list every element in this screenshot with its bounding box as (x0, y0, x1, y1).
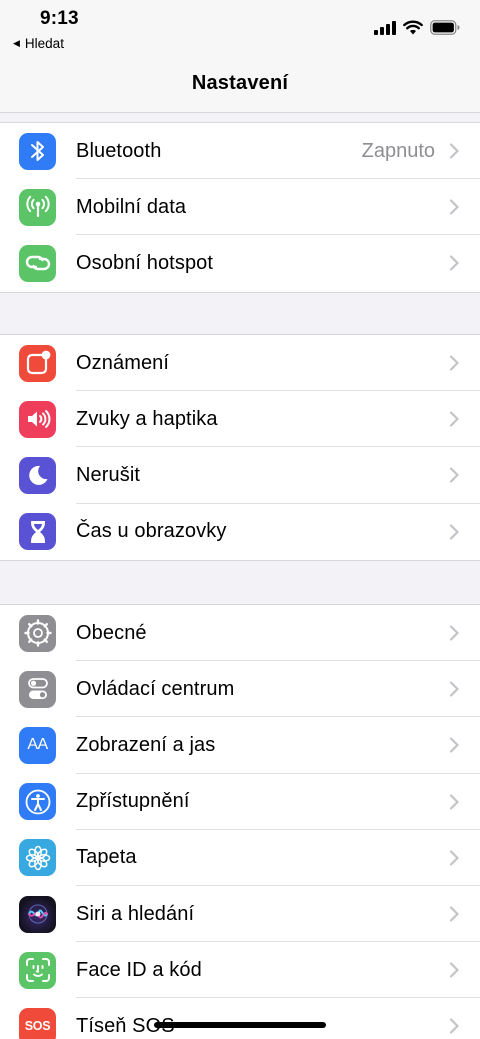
settings-row-control-center[interactable]: Ovládací centrum (0, 661, 480, 718)
chevron-right-icon (449, 467, 459, 484)
settings-row-notifications[interactable]: Oznámení (0, 335, 480, 392)
notification-icon (19, 344, 56, 382)
chevron-right-icon (449, 1018, 459, 1035)
page-title: Nastavení (191, 72, 289, 94)
settings-row-label: Čas u obrazovky (76, 520, 227, 543)
chevron-right-icon (449, 199, 459, 215)
flower-icon (19, 839, 56, 877)
accessibility-icon (19, 783, 56, 821)
settings-row-label: Face ID a kód (76, 958, 202, 981)
settings-row-sounds[interactable]: Zvuky a haptika (0, 391, 480, 448)
chevron-right-icon (449, 625, 459, 641)
settings-row-siri-search[interactable]: Siri a hledání (0, 886, 480, 943)
chevron-right-icon (449, 794, 459, 810)
settings-row-general[interactable]: Obecné (0, 605, 480, 662)
hourglass-icon (19, 513, 56, 551)
settings-row-label: Mobilní data (76, 195, 187, 218)
settings-row-display-brightness[interactable]: AA Zobrazení a jas (0, 717, 480, 774)
chevron-right-icon (449, 906, 459, 922)
face-id-icon (19, 951, 56, 989)
signal-icon (374, 20, 396, 35)
chevron-right-icon (449, 737, 459, 754)
chevron-right-icon (449, 143, 459, 159)
settings-section-general: Obecné Ovládací centrum AA Zobrazení a j… (0, 604, 480, 1039)
gear-icon (19, 614, 56, 652)
settings-row-screen-time[interactable]: Čas u obrazovky (0, 504, 480, 560)
settings-row-wallpaper[interactable]: Tapeta (0, 830, 480, 886)
settings-row-mobile-data[interactable]: Mobilní data (0, 179, 480, 236)
hotspot-link-icon (19, 244, 56, 282)
home-indicator[interactable] (154, 1022, 326, 1028)
back-arrow-icon: ◀ (13, 38, 20, 48)
chevron-right-icon (449, 681, 459, 697)
settings-row-accessibility[interactable]: Zpřístupnění (0, 774, 480, 830)
navigation-bar: Nastavení (0, 58, 480, 113)
antenna-icon (19, 188, 56, 226)
moon-icon (19, 456, 56, 494)
settings-row-label: Obecné (76, 621, 147, 644)
bluetooth-icon (19, 132, 56, 170)
chevron-right-icon (449, 255, 459, 272)
back-to-app-label: Hledat (24, 36, 64, 51)
settings-row-emergency-sos[interactable]: SOS Tíseň SOS (0, 998, 480, 1039)
settings-row-label: Zobrazení a jas (76, 733, 216, 756)
settings-row-bluetooth[interactable]: Bluetooth Zapnuto (0, 123, 480, 180)
settings-row-label: Zvuky a haptika (76, 407, 218, 430)
toggles-icon (19, 670, 56, 708)
status-time: 9:13 (40, 8, 79, 29)
settings-row-label: Ovládací centrum (76, 677, 235, 700)
status-icons (374, 20, 460, 35)
chevron-right-icon (449, 524, 459, 540)
back-to-app-button[interactable]: ◀ Hledat (13, 36, 64, 51)
status-bar: 9:13 ◀ Hledat (0, 0, 480, 58)
settings-row-label: Zpřístupnění (76, 790, 190, 813)
chevron-right-icon (449, 411, 459, 427)
settings-section-notifications: Oznámení Zvuky a haptika Nerušit Čas u o… (0, 334, 480, 561)
settings-row-label: Nerušit (76, 463, 141, 486)
text-size-icon: AA (19, 726, 56, 764)
settings-row-personal-hotspot[interactable]: Osobní hotspot (0, 235, 480, 291)
settings-row-do-not-disturb[interactable]: Nerušit (0, 447, 480, 504)
settings-row-label: Tapeta (76, 846, 137, 869)
chevron-right-icon (449, 850, 459, 866)
settings-row-label: Bluetooth (76, 139, 162, 162)
settings-row-label: Osobní hotspot (76, 251, 214, 274)
chevron-right-icon (449, 355, 459, 371)
chevron-right-icon (449, 962, 459, 978)
sos-glyph: SOS (24, 1019, 51, 1034)
bluetooth-status-value: Zapnuto (361, 139, 435, 162)
battery-icon (430, 20, 460, 35)
sos-icon: SOS (19, 1007, 56, 1039)
settings-section-connectivity: Bluetooth Zapnuto Mobilní data Osobní ho… (0, 122, 480, 293)
settings-row-face-id[interactable]: Face ID a kód (0, 942, 480, 999)
settings-row-label: Oznámení (76, 351, 170, 374)
siri-icon (19, 895, 56, 933)
text-size-glyph: AA (27, 736, 48, 754)
speaker-icon (19, 400, 56, 438)
wifi-icon (403, 20, 423, 35)
settings-row-label: Siri a hledání (76, 902, 195, 925)
